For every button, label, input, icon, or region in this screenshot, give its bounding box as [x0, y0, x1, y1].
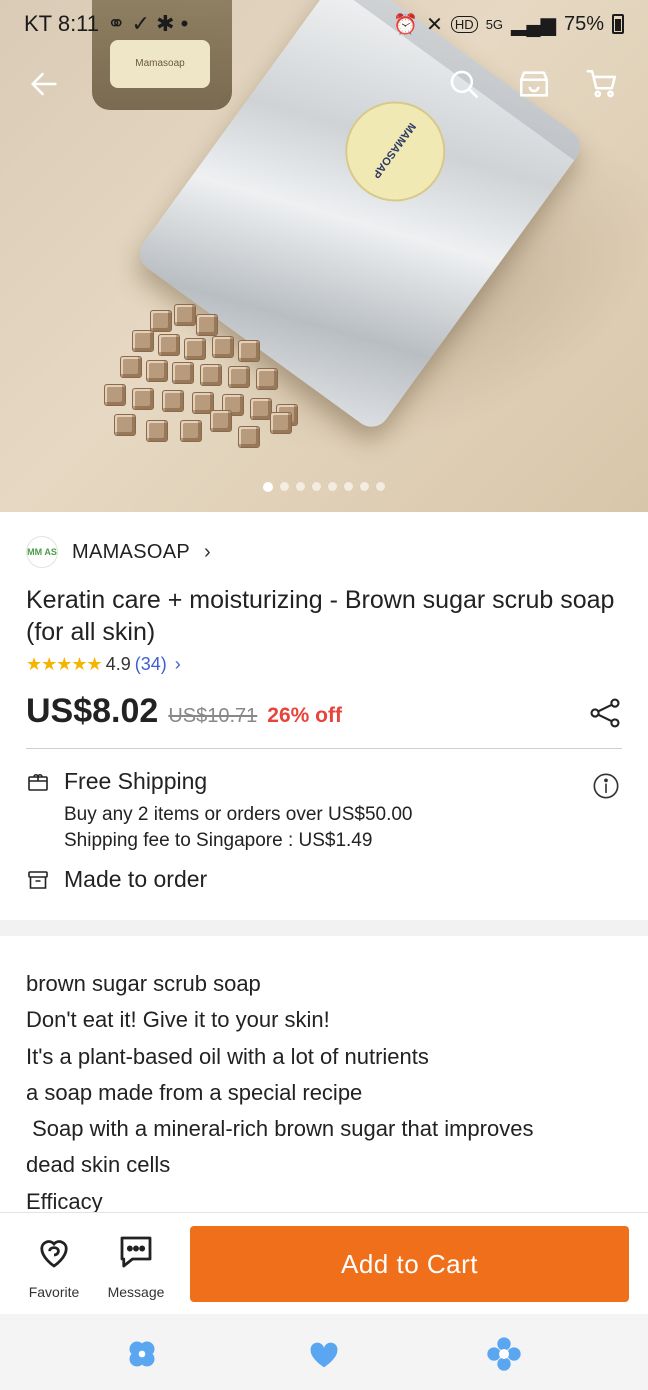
soap-cube [104, 384, 126, 406]
shipping-condition: Buy any 2 items or orders over US$50.00 [64, 804, 413, 825]
soap-cube [238, 340, 260, 362]
price-row: US$8.02 US$10.71 26% off [26, 692, 342, 731]
soap-cube [180, 420, 202, 442]
soap-cube [146, 420, 168, 442]
soap-cube [132, 388, 154, 410]
description-line: Don't eat it! Give it to your skin! [26, 1007, 330, 1033]
soap-cube [228, 366, 250, 388]
description-line: Soap with a mineral-rich brown sugar tha… [26, 1116, 534, 1142]
soap-cube [146, 360, 168, 382]
product-page: Mamasoap MAMASOAP KT 8:11 ⚭ ✓ ✱ • ⏰ ✕ HD… [0, 0, 648, 1390]
product-info: MM AS MAMASOAP › Keratin care + moisturi… [0, 512, 648, 920]
made-to-order-row: Made to order [26, 866, 207, 893]
home-icon[interactable] [304, 1334, 344, 1374]
chevron-right-icon: › [174, 654, 181, 674]
heart-icon [40, 1240, 68, 1268]
seller-name: MAMASOAP [72, 540, 190, 563]
top-nav [0, 58, 648, 110]
description-line: brown sugar scrub soap [26, 971, 261, 996]
status-bar: KT 8:11 ⚭ ✓ ✱ • ⏰ ✕ HD 5G ▂▄▆ 75% [0, 0, 648, 48]
search-icon[interactable] [440, 58, 488, 110]
soap-cube [256, 368, 278, 390]
system-nav-bar [0, 1314, 648, 1390]
back-arrow-icon[interactable] [20, 58, 68, 110]
description-line: It's a plant-based oil with a lot of nut… [26, 1043, 429, 1069]
description-line: dead skin cells [26, 1152, 171, 1178]
soap-cube [120, 356, 142, 378]
soap-cube [150, 310, 172, 332]
battery-percent: 75% [563, 12, 604, 35]
carrier-time: KT 8:11 [24, 11, 100, 36]
carousel-dot [328, 482, 337, 491]
current-price: US$8.02 [26, 692, 159, 730]
favorite-button[interactable]: Favorite [14, 1231, 94, 1300]
section-divider [0, 920, 648, 936]
star-rating-icon: ★★★★★ [26, 654, 103, 674]
soap-cube [132, 330, 154, 352]
soap-cube [196, 314, 218, 336]
message-label: Message [107, 1284, 165, 1300]
soap-cube [212, 336, 234, 358]
message-button[interactable]: Message [96, 1231, 176, 1300]
carousel-dot [344, 482, 353, 491]
add-to-cart-button[interactable]: Add to Cart [190, 1226, 629, 1302]
carousel-dot [280, 482, 289, 491]
cart-icon[interactable] [578, 58, 626, 110]
chevron-right-icon: › [203, 540, 211, 563]
signal-icon: ▂▄▆ [511, 13, 556, 36]
5g-icon: 5G [485, 16, 504, 32]
soap-cube [162, 390, 184, 412]
seller-logo: MM AS [26, 536, 58, 568]
soap-cube [250, 398, 272, 420]
product-description: brown sugar scrub soap Don't eat it! Giv… [26, 966, 626, 1220]
soap-cube [238, 426, 260, 448]
favorite-label: Favorite [28, 1284, 80, 1300]
store-icon[interactable] [510, 58, 558, 110]
description-line: a soap made from a special recipe [26, 1079, 363, 1105]
product-image-carousel[interactable]: Mamasoap MAMASOAP KT 8:11 ⚭ ✓ ✱ • ⏰ ✕ HD… [0, 0, 648, 512]
rating-row[interactable]: ★★★★★ 4.9 (34) › [26, 654, 181, 675]
share-icon[interactable] [588, 696, 622, 730]
rating-value: 4.9 [105, 654, 131, 674]
product-title: Keratin care + moisturizing - Brown suga… [26, 586, 615, 646]
original-price: US$10.71 [168, 705, 258, 727]
seller-link[interactable]: MM AS MAMASOAP › [26, 536, 211, 568]
soap-cube [158, 334, 180, 356]
soap-cube [174, 304, 196, 326]
hd-icon: HD [450, 15, 478, 33]
soap-cube [184, 338, 206, 360]
box-icon [28, 773, 48, 791]
recent-apps-icon[interactable] [122, 1334, 162, 1374]
archive-icon [28, 870, 48, 889]
carousel-dot [296, 482, 305, 491]
free-shipping-label: Free Shipping [64, 768, 208, 794]
soap-cube [172, 362, 194, 384]
carousel-dot [312, 482, 321, 491]
review-count: (34) [134, 654, 167, 674]
mute-icon: ✕ [426, 13, 443, 36]
soap-cube [200, 364, 222, 386]
carousel-dot-active [263, 482, 273, 492]
carousel-dot [376, 482, 385, 491]
carousel-dots [0, 482, 648, 492]
soap-cubes [92, 300, 312, 460]
bottom-action-bar: Favorite Message Add to Cart [0, 1212, 648, 1314]
shipping-row: Free Shipping [26, 768, 207, 795]
battery-icon [612, 14, 624, 34]
discount-badge: 26% off [267, 704, 342, 727]
soap-cube [210, 410, 232, 432]
soap-cube [270, 412, 292, 434]
message-icon [120, 1236, 152, 1268]
divider [26, 748, 622, 749]
shipping-fee: Shipping fee to Singapore : US$1.49 [64, 830, 373, 851]
soap-cube [114, 414, 136, 436]
made-to-order-label: Made to order [64, 866, 208, 892]
carousel-dot [360, 482, 369, 491]
status-notification-icon: ⚭ ✓ ✱ • [107, 11, 189, 36]
back-icon[interactable] [484, 1334, 524, 1374]
alarm-icon: ⏰ [393, 13, 419, 36]
info-icon[interactable] [592, 772, 620, 800]
